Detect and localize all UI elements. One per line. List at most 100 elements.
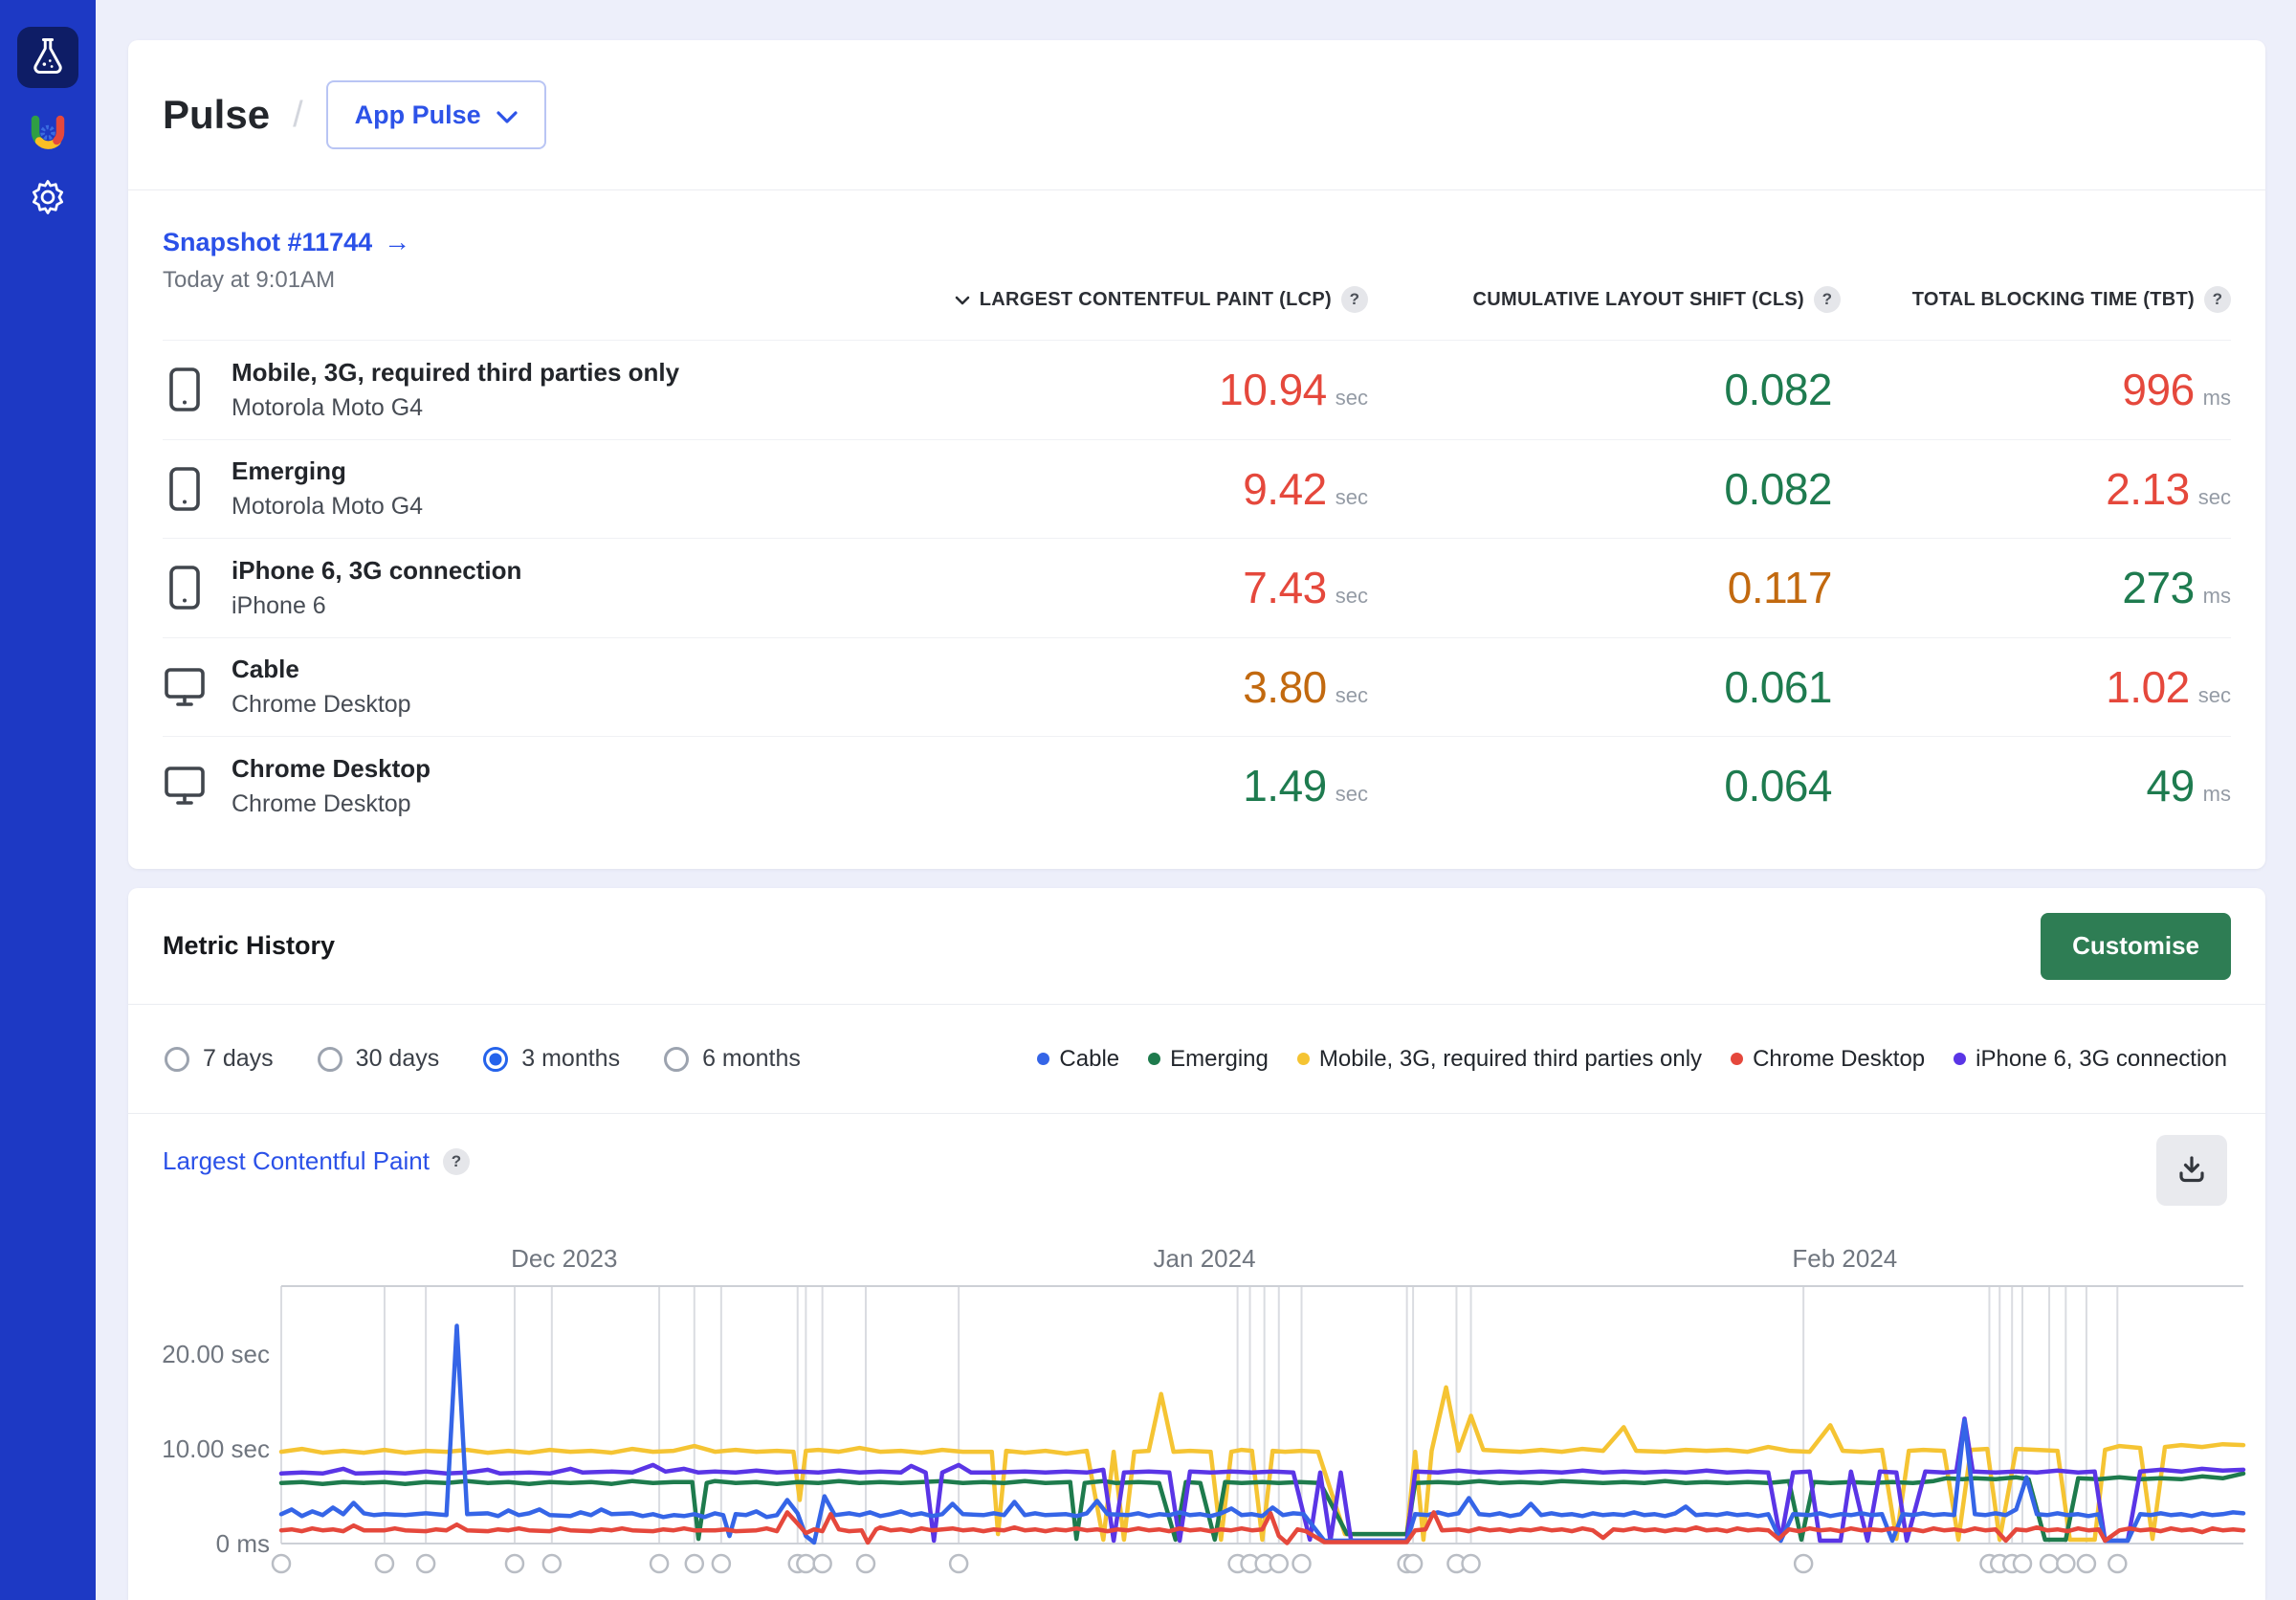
device-icon bbox=[163, 465, 207, 513]
radio-label: 3 months bbox=[521, 1045, 620, 1073]
legend-dot-icon bbox=[1037, 1053, 1049, 1065]
cls-value: 0.064 bbox=[1368, 760, 1841, 811]
chart-legend: Cable Emerging Mobile, 3G, required thir… bbox=[1037, 1046, 2227, 1073]
device-icon bbox=[163, 666, 207, 708]
series-line-emerging bbox=[281, 1474, 2243, 1540]
page-header: Pulse / App Pulse bbox=[128, 40, 2265, 190]
annotation-marker-icon[interactable] bbox=[713, 1555, 730, 1572]
time-range-30-days[interactable]: 30 days bbox=[318, 1045, 440, 1073]
desktop-monitor-icon bbox=[163, 765, 207, 807]
x-axis-month-label: Feb 2024 bbox=[1792, 1244, 1897, 1273]
help-icon[interactable]: ? bbox=[2204, 286, 2231, 313]
legend-item-mobile-3g-required-third-parties-only[interactable]: Mobile, 3G, required third parties only bbox=[1297, 1046, 1702, 1073]
time-range-7-days[interactable]: 7 days bbox=[165, 1045, 274, 1073]
sidebar-item-settings[interactable] bbox=[23, 174, 73, 224]
profile-device: Chrome Desktop bbox=[232, 790, 430, 818]
annotation-marker-icon[interactable] bbox=[1270, 1555, 1288, 1572]
snapshot-link[interactable]: Snapshot #11744 → bbox=[163, 227, 851, 257]
radio-label: 7 days bbox=[203, 1045, 274, 1073]
annotation-marker-icon[interactable] bbox=[2003, 1555, 2020, 1572]
profile-name: Mobile, 3G, required third parties only bbox=[232, 358, 679, 388]
metric-history-header: Metric History Customise bbox=[128, 888, 2265, 1005]
time-range-3-months[interactable]: 3 months bbox=[483, 1045, 620, 1073]
annotation-marker-icon[interactable] bbox=[1404, 1555, 1422, 1572]
project-selector-button[interactable]: App Pulse bbox=[326, 80, 546, 149]
annotation-marker-icon[interactable] bbox=[2078, 1555, 2095, 1572]
radio-label: 30 days bbox=[356, 1045, 440, 1073]
sidebar-item-pulse[interactable] bbox=[17, 27, 78, 88]
annotation-marker-icon[interactable] bbox=[686, 1555, 703, 1572]
legend-label: Chrome Desktop bbox=[1753, 1046, 1925, 1073]
legend-item-emerging[interactable]: Emerging bbox=[1148, 1046, 1269, 1073]
column-header-cls[interactable]: CUMULATIVE LAYOUT SHIFT (CLS) ? bbox=[1368, 286, 1841, 340]
legend-item-cable[interactable]: Cable bbox=[1037, 1046, 1119, 1073]
tbt-value: 273ms bbox=[1841, 562, 2231, 613]
x-axis-month-label: Dec 2023 bbox=[511, 1244, 617, 1273]
site-logo-icon bbox=[25, 144, 71, 161]
annotation-marker-icon[interactable] bbox=[651, 1555, 668, 1572]
annotation-marker-icon[interactable] bbox=[1229, 1555, 1247, 1572]
time-range-6-months[interactable]: 6 months bbox=[664, 1045, 801, 1073]
cls-value: 0.082 bbox=[1368, 364, 1841, 415]
radio-icon bbox=[318, 1047, 342, 1072]
cls-value: 0.082 bbox=[1368, 463, 1841, 515]
snapshot-timestamp: Today at 9:01AM bbox=[163, 267, 851, 294]
annotation-marker-icon[interactable] bbox=[417, 1555, 434, 1572]
annotation-marker-icon[interactable] bbox=[376, 1555, 393, 1572]
y-axis-tick-label: 0 ms bbox=[216, 1529, 270, 1558]
annotation-marker-icon[interactable] bbox=[1795, 1555, 1812, 1572]
annotation-marker-icon[interactable] bbox=[950, 1555, 967, 1572]
radio-icon bbox=[165, 1047, 189, 1072]
table-row-4: Cable Chrome Desktop 3.80sec 0.061 1.02s… bbox=[163, 637, 2231, 737]
column-header-lcp[interactable]: LARGEST CONTENTFUL PAINT (LCP) ? bbox=[851, 286, 1368, 340]
profile-name: Chrome Desktop bbox=[232, 754, 430, 784]
legend-dot-icon bbox=[1731, 1053, 1743, 1065]
help-icon[interactable]: ? bbox=[1814, 286, 1841, 313]
profile-device: iPhone 6 bbox=[232, 592, 521, 620]
sidebar-item-site[interactable] bbox=[25, 111, 71, 157]
annotation-marker-icon[interactable] bbox=[1399, 1555, 1416, 1572]
download-chart-button[interactable] bbox=[2156, 1135, 2227, 1206]
column-header-tbt[interactable]: TOTAL BLOCKING TIME (TBT) ? bbox=[1841, 286, 2231, 340]
customise-button[interactable]: Customise bbox=[2041, 913, 2231, 980]
annotation-marker-icon[interactable] bbox=[1293, 1555, 1311, 1572]
annotation-marker-icon[interactable] bbox=[506, 1555, 523, 1572]
legend-item-chrome-desktop[interactable]: Chrome Desktop bbox=[1731, 1046, 1925, 1073]
chart-title-row: Largest Contentful Paint ? bbox=[163, 1146, 470, 1176]
annotation-marker-icon[interactable] bbox=[814, 1555, 831, 1572]
column-header-label: CUMULATIVE LAYOUT SHIFT (CLS) bbox=[1473, 289, 1804, 311]
annotation-marker-icon[interactable] bbox=[797, 1555, 814, 1572]
legend-dot-icon bbox=[1297, 1053, 1310, 1065]
profile-device: Motorola Moto G4 bbox=[232, 394, 679, 422]
annotation-marker-icon[interactable] bbox=[1447, 1555, 1465, 1572]
annotation-marker-icon[interactable] bbox=[2108, 1555, 2126, 1572]
annotation-marker-icon[interactable] bbox=[1256, 1555, 1273, 1572]
annotation-marker-icon[interactable] bbox=[2014, 1555, 2031, 1572]
cls-value: 0.117 bbox=[1368, 562, 1841, 613]
column-header-label: TOTAL BLOCKING TIME (TBT) bbox=[1912, 289, 2195, 311]
annotation-marker-icon[interactable] bbox=[2041, 1555, 2058, 1572]
series-line-cable bbox=[281, 1326, 2243, 1544]
legend-item-iphone-6-3g-connection[interactable]: iPhone 6, 3G connection bbox=[1954, 1046, 2227, 1073]
annotation-marker-icon[interactable] bbox=[1242, 1555, 1259, 1572]
annotation-marker-icon[interactable] bbox=[1991, 1555, 2008, 1572]
column-header-label: LARGEST CONTENTFUL PAINT (LCP) bbox=[980, 289, 1332, 311]
profile-cell: Emerging Motorola Moto G4 bbox=[163, 456, 851, 521]
time-range-group: 7 days 30 days 3 months 6 months bbox=[165, 1045, 801, 1073]
lcp-value: 1.49sec bbox=[851, 760, 1368, 811]
lcp-value: 9.42sec bbox=[851, 463, 1368, 515]
metric-history-card: Metric History Customise 7 days 30 days … bbox=[128, 888, 2265, 1600]
chart-title-link[interactable]: Largest Contentful Paint bbox=[163, 1146, 430, 1176]
help-icon[interactable]: ? bbox=[1341, 286, 1368, 313]
annotation-marker-icon[interactable] bbox=[1980, 1555, 1998, 1572]
annotation-marker-icon[interactable] bbox=[273, 1555, 290, 1572]
annotation-marker-icon[interactable] bbox=[789, 1555, 806, 1572]
profile-device: Chrome Desktop bbox=[232, 691, 411, 719]
annotation-marker-icon[interactable] bbox=[543, 1555, 561, 1572]
annotation-marker-icon[interactable] bbox=[857, 1555, 874, 1572]
help-icon[interactable]: ? bbox=[443, 1148, 470, 1175]
snapshot-link-label: Snapshot #11744 bbox=[163, 228, 372, 257]
annotation-marker-icon[interactable] bbox=[1463, 1555, 1480, 1572]
annotation-marker-icon[interactable] bbox=[2057, 1555, 2074, 1572]
legend-label: Cable bbox=[1059, 1046, 1119, 1073]
